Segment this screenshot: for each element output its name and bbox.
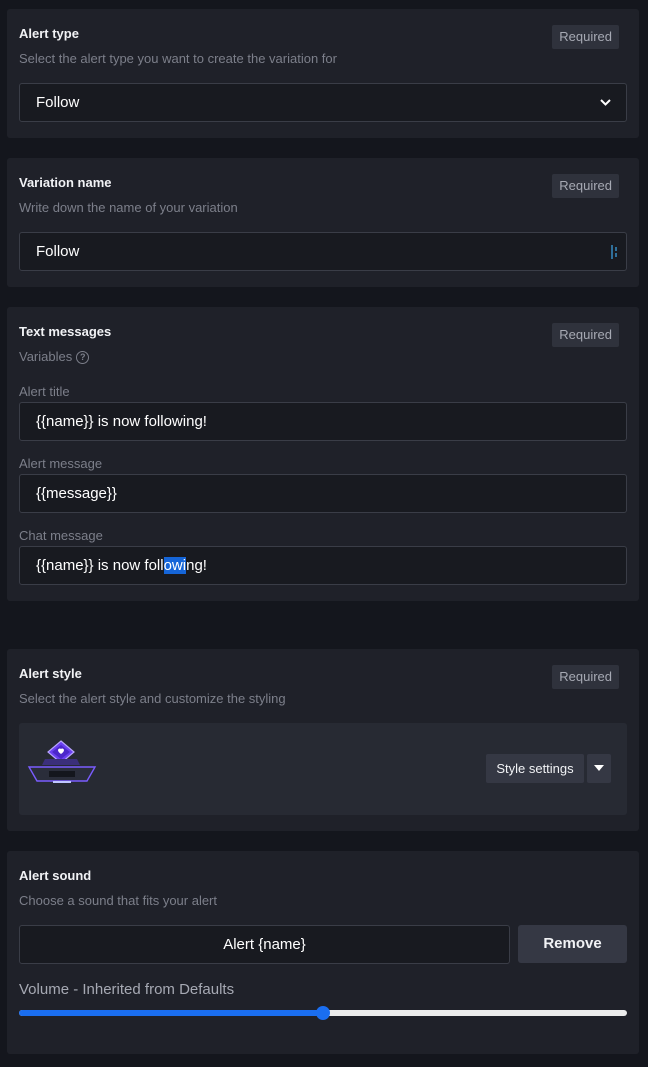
alert-sound-card: Alert sound Choose a sound that fits you…	[7, 851, 639, 1054]
alert-type-selected-value: Follow	[36, 94, 80, 111]
chevron-down-icon	[600, 99, 611, 106]
volume-fill	[19, 1010, 323, 1016]
chat-message-value: {{name}} is now following!	[36, 557, 207, 574]
alert-style-card: Alert style Required Select the alert st…	[7, 649, 639, 831]
required-badge: Required	[552, 665, 619, 689]
variables-link[interactable]: Variables?	[19, 349, 90, 364]
alert-type-title: Alert type	[19, 26, 79, 41]
text-messages-card: Text messages Required Variables? Alert …	[7, 307, 639, 601]
alert-sound-title: Alert sound	[19, 868, 92, 883]
alert-style-title: Alert style	[19, 666, 82, 681]
style-settings-button[interactable]: Style settings	[486, 754, 584, 783]
chat-message-label: Chat message	[19, 528, 103, 543]
variation-name-value: Follow	[36, 243, 80, 260]
variation-name-card: Variation name Required Write down the n…	[7, 158, 639, 287]
text-tool-icon[interactable]	[610, 244, 620, 260]
alert-sound-description: Choose a sound that fits your alert	[19, 893, 218, 908]
sound-select-field[interactable]: Alert {name}	[19, 925, 510, 964]
alert-type-description: Select the alert type you want to create…	[19, 51, 337, 66]
text-selection: owi	[163, 557, 187, 574]
alert-title-value: {{name}} is now following!	[36, 413, 207, 430]
alert-title-input[interactable]: {{name}} is now following!	[19, 402, 627, 441]
alert-title-label: Alert title	[19, 384, 70, 399]
chat-message-input[interactable]: {{name}} is now following!	[19, 546, 627, 585]
volume-slider[interactable]	[19, 1006, 627, 1020]
alert-message-input[interactable]: {{message}}	[19, 474, 627, 513]
alert-type-select[interactable]: Follow	[19, 83, 627, 122]
alert-message-value: {{message}}	[36, 485, 117, 502]
required-badge: Required	[552, 323, 619, 347]
volume-thumb[interactable]	[316, 1006, 330, 1020]
help-icon[interactable]: ?	[76, 351, 90, 364]
variation-name-title: Variation name	[19, 175, 112, 190]
alert-type-card: Alert type Required Select the alert typ…	[7, 9, 639, 138]
variables-label: Variables	[19, 349, 73, 364]
alert-style-preview[interactable]: Style settings	[19, 723, 627, 815]
volume-label: Volume - Inherited from Defaults	[19, 981, 235, 998]
alert-style-description: Select the alert style and customize the…	[19, 691, 286, 706]
chat-message-text-before: {{name}} is now foll	[36, 557, 164, 574]
variation-name-description: Write down the name of your variation	[19, 200, 238, 215]
caret-down-icon	[594, 765, 604, 771]
style-settings-dropdown[interactable]	[587, 754, 611, 783]
heart-podium-icon	[27, 740, 97, 783]
chat-message-text-after: ng!	[186, 557, 207, 574]
alert-message-label: Alert message	[19, 456, 103, 471]
required-badge: Required	[552, 174, 619, 198]
text-messages-title: Text messages	[19, 324, 112, 339]
remove-sound-button[interactable]: Remove	[518, 925, 627, 963]
required-badge: Required	[552, 25, 619, 49]
variation-name-input[interactable]: Follow	[19, 232, 627, 271]
